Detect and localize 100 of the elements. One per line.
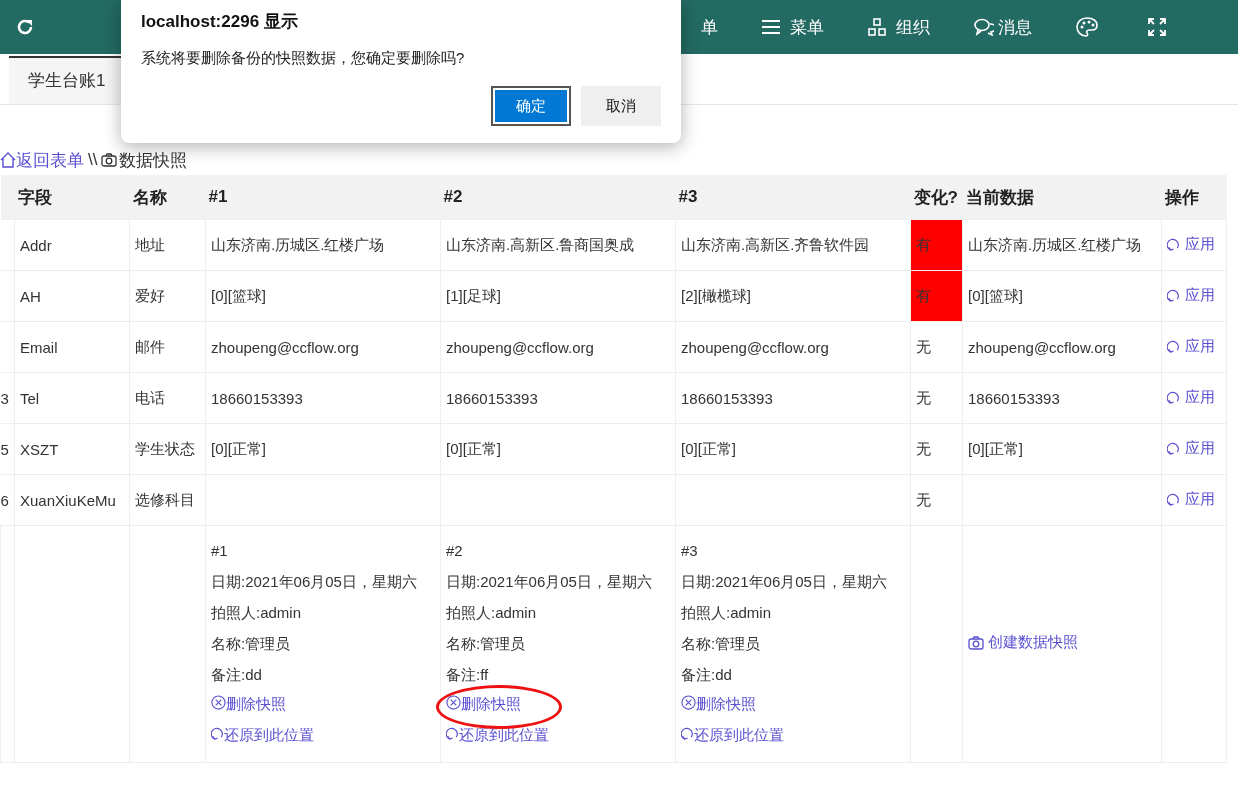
snapshot-info: 名称:管理员 — [681, 634, 761, 654]
column-header: #1 — [205, 175, 441, 220]
column-header: 当前数据 — [962, 175, 1162, 220]
dialog-title: localhost:2296 显示 — [141, 11, 299, 33]
refresh-icon — [1167, 237, 1180, 252]
table-cell: zhoupeng@ccflow.org — [440, 321, 676, 373]
nav-item[interactable]: 组织 — [868, 15, 930, 39]
breadcrumb-separator: \\ — [88, 150, 98, 170]
table-cell: 山东济南.历城区.红楼广场 — [205, 219, 441, 271]
table-cell: XuanXiuKeMu — [14, 474, 130, 526]
snapshot-title: #1 — [211, 541, 228, 561]
row-number: 3 — [0, 389, 9, 407]
table-cell: 爱好 — [129, 270, 206, 322]
table-cell: Email — [14, 321, 130, 373]
snapshot-info: 拍照人:admin — [211, 603, 302, 623]
delete-snapshot-link[interactable]: 删除快照 — [211, 695, 286, 726]
close-circle-icon — [446, 695, 461, 710]
table-cell: XSZT — [14, 423, 130, 475]
nav-item[interactable]: 菜单 — [762, 15, 824, 39]
table-cell: [0][正常] — [962, 423, 1162, 475]
snapshot-info: 备注:dd — [681, 665, 732, 685]
chat-bubbles-icon — [974, 18, 994, 36]
snapshot-info: 备注:ff — [446, 665, 489, 685]
table-cell: 电话 — [129, 372, 206, 424]
table-cell: [0][正常] — [440, 423, 676, 475]
table-cell: 山东济南.高新区.齐鲁软件园 — [675, 219, 911, 271]
table-cell: 地址 — [129, 219, 206, 271]
snapshot-info: 名称:管理员 — [446, 634, 526, 654]
column-header: 变化? — [910, 175, 963, 220]
table-cell: 18660153393 — [962, 372, 1162, 424]
table-cell: 选修科目 — [129, 474, 206, 526]
table-cell: 18660153393 — [205, 372, 441, 424]
table-cell: zhoupeng@ccflow.org — [962, 321, 1162, 373]
refresh-icon — [1167, 390, 1180, 405]
refresh-icon — [1167, 288, 1180, 303]
snapshot-info: 日期:2021年06月05日，星期六 — [446, 572, 652, 592]
delete-snapshot-link[interactable]: 删除快照 — [446, 695, 521, 726]
camera-icon — [101, 153, 118, 167]
nav-item[interactable]: 单 — [701, 15, 718, 39]
table-cell: 18660153393 — [675, 372, 911, 424]
change-cell: 有 — [910, 270, 963, 322]
table-cell: [0][正常] — [675, 423, 911, 475]
column-header: 字段 — [14, 175, 130, 220]
home-icon — [0, 152, 16, 168]
change-cell: 有 — [910, 219, 963, 271]
close-circle-icon — [681, 695, 696, 710]
menu-icon — [762, 19, 780, 35]
table-cell: 邮件 — [129, 321, 206, 373]
change-cell: 无 — [910, 321, 963, 373]
refresh-icon — [1167, 339, 1180, 354]
table-cell: zhoupeng@ccflow.org — [675, 321, 911, 373]
dialog-message: 系统将要删除备份的快照数据，您确定要删除吗? — [141, 49, 466, 68]
table-cell: [0][篮球] — [962, 270, 1162, 322]
refresh-icon[interactable] — [15, 17, 35, 37]
change-cell: 无 — [910, 372, 963, 424]
restore-link[interactable]: 还原到此位置 — [446, 726, 549, 757]
palette-icon[interactable] — [1076, 17, 1098, 37]
cancel-button[interactable]: 取消 — [581, 86, 661, 126]
nav-item[interactable]: 消息 — [974, 15, 1032, 39]
ok-button[interactable]: 确定 — [491, 86, 571, 126]
table-cell: [2][橄榄球] — [675, 270, 911, 322]
fullscreen-icon[interactable] — [1148, 18, 1166, 36]
row-number: 6 — [0, 491, 9, 509]
snapshot-info: 名称:管理员 — [211, 634, 291, 654]
delete-snapshot-link[interactable]: 删除快照 — [681, 695, 756, 726]
table-cell: [1][足球] — [440, 270, 676, 322]
table-cell: [0][篮球] — [205, 270, 441, 322]
refresh-icon — [446, 726, 459, 741]
refresh-icon — [1167, 492, 1180, 507]
create-snapshot-link[interactable]: 创建数据快照 — [968, 633, 1078, 652]
breadcrumb-current: 数据快照 — [119, 149, 188, 172]
refresh-icon — [681, 726, 694, 741]
table-cell: 18660153393 — [440, 372, 676, 424]
change-cell: 无 — [910, 423, 963, 475]
table-cell: AH — [14, 270, 130, 322]
snapshot-title: #3 — [681, 541, 698, 561]
snapshot-info: 拍照人:admin — [681, 603, 772, 623]
table-cell: zhoupeng@ccflow.org — [205, 321, 441, 373]
snapshot-info: 拍照人:admin — [446, 603, 537, 623]
snapshot-info: 日期:2021年06月05日，星期六 — [681, 572, 887, 592]
column-header: #3 — [675, 175, 911, 220]
change-cell: 无 — [910, 474, 963, 526]
hierarchy-icon — [868, 18, 886, 36]
column-header: #2 — [440, 175, 676, 220]
restore-link[interactable]: 还原到此位置 — [681, 726, 784, 757]
close-circle-icon — [211, 695, 226, 710]
table-cell: 山东济南.高新区.鲁商国奥成 — [440, 219, 676, 271]
table-cell: 山东济南.历城区.红楼广场 — [962, 219, 1162, 271]
table-cell: Tel — [14, 372, 130, 424]
restore-link[interactable]: 还原到此位置 — [211, 726, 314, 757]
refresh-icon — [211, 726, 224, 741]
snapshot-info: 日期:2021年06月05日，星期六 — [211, 572, 417, 592]
camera-icon — [968, 635, 984, 650]
snapshot-title: #2 — [446, 541, 463, 561]
refresh-icon — [1167, 441, 1180, 456]
table-cell: 学生状态 — [129, 423, 206, 475]
table-cell: Addr — [14, 219, 130, 271]
row-number: 5 — [0, 440, 9, 458]
back-link[interactable]: 返回表单 — [0, 148, 84, 172]
column-header: 操作 — [1161, 175, 1227, 220]
